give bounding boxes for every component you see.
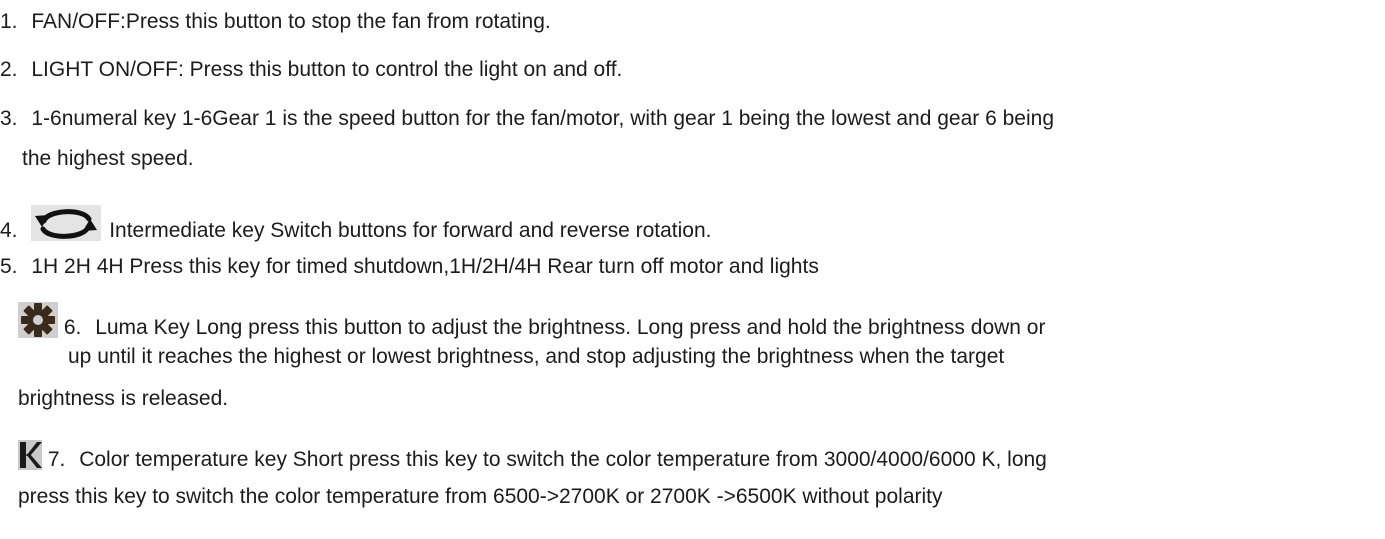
- list-item-3: 3. 1-6numeral key 1-6Gear 1 is the speed…: [0, 106, 1054, 132]
- list-item-1: 1. FAN/OFF:Press this button to stop the…: [0, 9, 551, 35]
- item-number: 7.: [47, 448, 66, 471]
- item-number: 3.: [0, 107, 18, 130]
- item-text: Luma Key Long press this button to adjus…: [95, 316, 1046, 339]
- k-letter-icon: [18, 440, 42, 470]
- item-number: 6.: [63, 316, 82, 339]
- rotate-arrows-icon: [31, 205, 102, 241]
- item-text: FAN/OFF:Press this button to stop the fa…: [31, 10, 551, 33]
- list-item-5: 5. 1H 2H 4H Press this key for timed shu…: [0, 254, 819, 280]
- list-item-7: 7. Color temperature key Short press thi…: [18, 440, 1047, 473]
- item-number: 5.: [0, 255, 18, 278]
- list-item-6: 6. Luma Key Long press this button to ad…: [18, 302, 1045, 341]
- item-number: 1.: [0, 10, 18, 33]
- list-item-3-continuation: the highest speed.: [22, 147, 194, 170]
- item-number: 4.: [0, 219, 18, 242]
- list-item-4: 4. Intermediate key Switch buttons for f…: [0, 205, 712, 244]
- item-text: LIGHT ON/OFF: Press this button to contr…: [31, 58, 623, 81]
- list-item-2: 2. LIGHT ON/OFF: Press this button to co…: [0, 57, 622, 83]
- list-item-6-continuation-2: brightness is released.: [18, 387, 229, 410]
- list-item-7-continuation: press this key to switch the color tempe…: [18, 485, 943, 508]
- item-text: Intermediate key Switch buttons for forw…: [109, 219, 712, 242]
- item-text: 1-6numeral key 1-6Gear 1 is the speed bu…: [31, 107, 1054, 130]
- list-item-6-continuation: up until it reaches the highest or lowes…: [68, 345, 1005, 368]
- item-text: Color temperature key Short press this k…: [79, 448, 1047, 471]
- gear-icon: [18, 302, 58, 338]
- instruction-document: 1. FAN/OFF:Press this button to stop the…: [0, 0, 1385, 539]
- item-text: 1H 2H 4H Press this key for timed shutdo…: [31, 255, 819, 278]
- item-number: 2.: [0, 58, 18, 81]
